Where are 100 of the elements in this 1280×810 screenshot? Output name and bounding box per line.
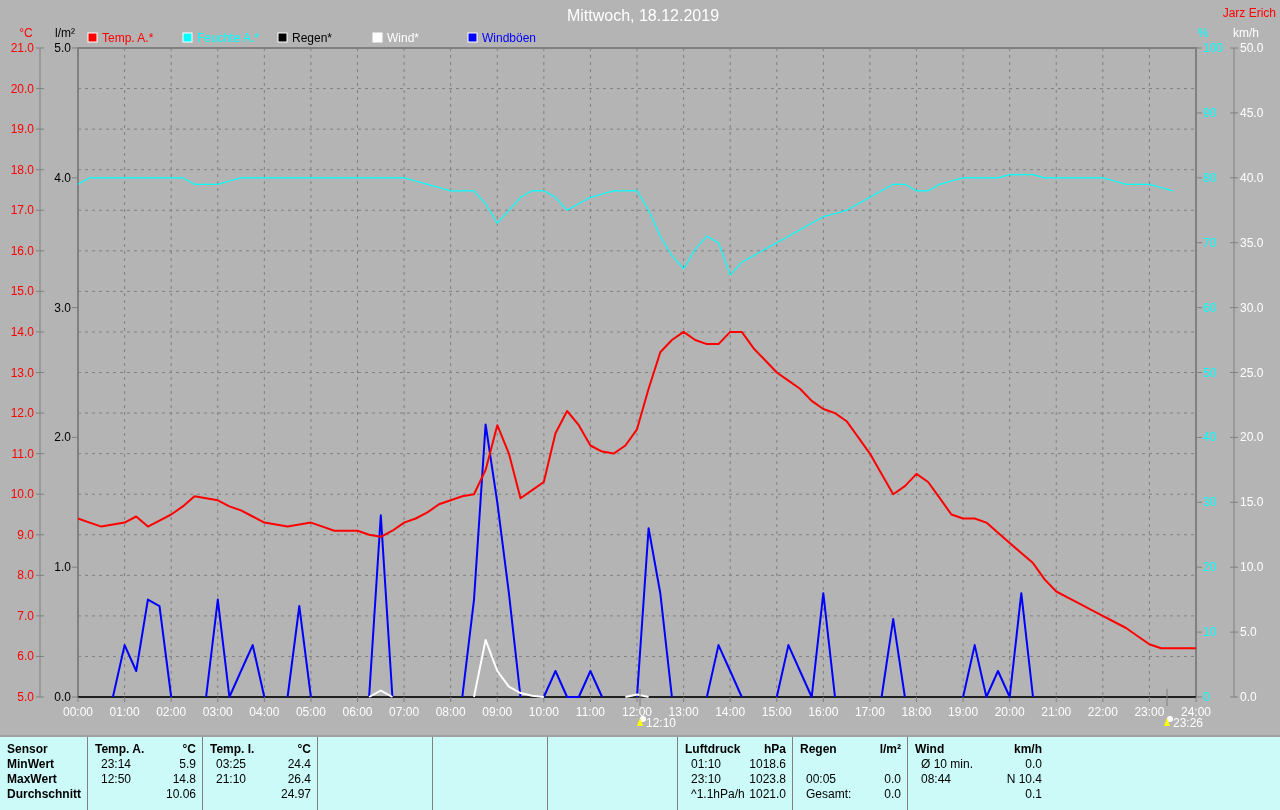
table-cell: 14.8 bbox=[172, 772, 196, 786]
axis-unit-label: km/h bbox=[1233, 26, 1259, 40]
axis-tick-label: 22:00 bbox=[1087, 705, 1118, 719]
axis-tick-label: 3.0 bbox=[54, 300, 71, 315]
table-cell: 03:25 bbox=[216, 757, 247, 771]
legend-label: Wind* bbox=[387, 31, 419, 45]
axis-tick-label: 10:00 bbox=[528, 705, 559, 719]
table-cell: N 10.4 bbox=[1006, 772, 1042, 786]
axis-tick-label: 5.0 bbox=[1240, 625, 1257, 640]
axis-tick-label: 13:00 bbox=[668, 705, 699, 719]
axis-tick-label: 2.0 bbox=[54, 430, 71, 445]
axis-tick-label: 02:00 bbox=[156, 705, 187, 719]
legend-label: Feuchte A.* bbox=[197, 31, 260, 45]
axis-tick-label: 20:00 bbox=[994, 705, 1025, 719]
axis-tick-label: 0.0 bbox=[54, 690, 71, 704]
axis-tick-label: 15.0 bbox=[1240, 495, 1264, 510]
sun-arrow-icon bbox=[1164, 716, 1173, 726]
axis-tick-label: 17.0 bbox=[10, 203, 34, 218]
table-cell: 0.0 bbox=[1025, 757, 1042, 771]
table-cell: 1021.0 bbox=[749, 787, 786, 801]
axis-tick-label: 40.0 bbox=[1240, 170, 1264, 185]
column-header: Regen bbox=[800, 742, 838, 757]
axis-tick-label: 30.0 bbox=[1240, 300, 1264, 315]
table-cell: 10.06 bbox=[165, 787, 196, 801]
column-header: Luftdruck bbox=[685, 742, 742, 757]
row-label: MinWert bbox=[7, 757, 56, 772]
row-label: Durchschnitt bbox=[7, 787, 81, 802]
axis-tick-label: 12.0 bbox=[10, 406, 34, 421]
table-cell: 1023.8 bbox=[749, 772, 786, 786]
axis-tick-label: 01:00 bbox=[109, 705, 140, 719]
axis-tick-label: 8.0 bbox=[17, 568, 34, 583]
axis-tick-label: 08:00 bbox=[435, 705, 466, 719]
axis-tick-label: 10 bbox=[1203, 625, 1217, 640]
axis-unit-label: l/m² bbox=[55, 26, 75, 40]
table-cell: ^1.1hPa/h bbox=[691, 787, 745, 801]
axis-tick-label: 25.0 bbox=[1240, 365, 1264, 380]
axis-tick-label: 7.0 bbox=[17, 608, 34, 623]
axis-tick-label: 14:00 bbox=[715, 705, 746, 719]
axis-tick-label: 19.0 bbox=[10, 122, 34, 137]
axis-tick-label: 40 bbox=[1203, 430, 1217, 445]
column-header: Temp. A. bbox=[95, 742, 146, 757]
axis-tick-label: 16.0 bbox=[10, 243, 34, 258]
axis-tick-label: 12:00 bbox=[622, 705, 652, 719]
table-cell: Ø 10 min. bbox=[921, 757, 974, 771]
column-header: Temp. I. bbox=[210, 742, 256, 757]
axis-tick-label: 70 bbox=[1203, 235, 1217, 250]
legend-label: Regen* bbox=[292, 31, 333, 45]
axis-tick-label: 21.0 bbox=[10, 41, 34, 55]
axis-tick-label: 11.0 bbox=[11, 446, 34, 461]
legend-label: Windböen bbox=[482, 31, 537, 45]
axis-tick-label: 10.0 bbox=[10, 487, 34, 502]
axis-tick-label: 35.0 bbox=[1240, 235, 1264, 250]
column-header: Wind bbox=[915, 742, 946, 757]
axis-tick-label: 03:00 bbox=[202, 705, 233, 719]
axis-tick-label: 100 bbox=[1203, 41, 1224, 55]
axis-tick-label: 0.0 bbox=[1240, 690, 1257, 704]
axis-tick-label: 11:00 bbox=[575, 705, 605, 719]
axis-tick-label: 19:00 bbox=[948, 705, 979, 719]
axis-tick-label: 20.0 bbox=[1240, 430, 1264, 445]
author-name: Jarz Erich bbox=[1222, 6, 1276, 20]
axis-tick-label: 60 bbox=[1203, 300, 1217, 315]
axis-tick-label: 14.0 bbox=[10, 324, 34, 339]
axis-tick-label: 06:00 bbox=[342, 705, 373, 719]
axis-tick-label: 50 bbox=[1203, 365, 1217, 380]
table-cell: 0.1 bbox=[1025, 787, 1042, 801]
axis-tick-label: 20.0 bbox=[10, 81, 34, 96]
table-cell: 24.4 bbox=[287, 757, 311, 771]
axis-tick-label: 00:00 bbox=[63, 705, 93, 719]
table-cell: 0.0 bbox=[884, 772, 901, 786]
unit-label: hPa bbox=[763, 742, 786, 757]
legend-label: Temp. A.* bbox=[102, 31, 154, 45]
axis-tick-label: 80 bbox=[1203, 170, 1217, 185]
axis-tick-label: 24:00 bbox=[1181, 705, 1211, 719]
unit-label: °C bbox=[296, 742, 311, 757]
axis-tick-label: 10.0 bbox=[1240, 560, 1264, 575]
table-cell: 00:05 bbox=[806, 772, 837, 786]
table-cell: Gesamt: bbox=[806, 787, 852, 801]
axis-tick-label: 9.0 bbox=[17, 527, 34, 542]
table-cell: 01:10 bbox=[691, 757, 722, 771]
axis-tick-label: 07:00 bbox=[389, 705, 420, 719]
table-cell: 23:10 bbox=[691, 772, 722, 786]
axis-tick-label: 18.0 bbox=[10, 162, 34, 177]
axis-unit-label: % bbox=[1197, 26, 1209, 40]
axis-tick-label: 16:00 bbox=[808, 705, 839, 719]
axis-tick-label: 21:00 bbox=[1041, 705, 1072, 719]
axis-tick-label: 18:00 bbox=[901, 705, 932, 719]
table-cell: 1018.6 bbox=[749, 757, 786, 771]
axis-tick-label: 17:00 bbox=[854, 705, 885, 719]
axis-tick-label: 90 bbox=[1203, 105, 1217, 120]
axis-tick-label: 20 bbox=[1203, 560, 1217, 575]
table-cell: 26.4 bbox=[287, 772, 311, 786]
axis-tick-label: 13.0 bbox=[10, 365, 34, 380]
table-cell: 21:10 bbox=[216, 772, 247, 786]
row-label: Sensor bbox=[7, 742, 49, 757]
axis-tick-label: 1.0 bbox=[54, 560, 71, 575]
chart-title: Mittwoch, 18.12.2019 bbox=[566, 7, 720, 24]
table-cell: 24.97 bbox=[280, 787, 311, 801]
unit-label: km/h bbox=[1013, 742, 1042, 757]
table-cell: 23:14 bbox=[101, 757, 132, 771]
axis-tick-label: 0 bbox=[1203, 690, 1210, 704]
